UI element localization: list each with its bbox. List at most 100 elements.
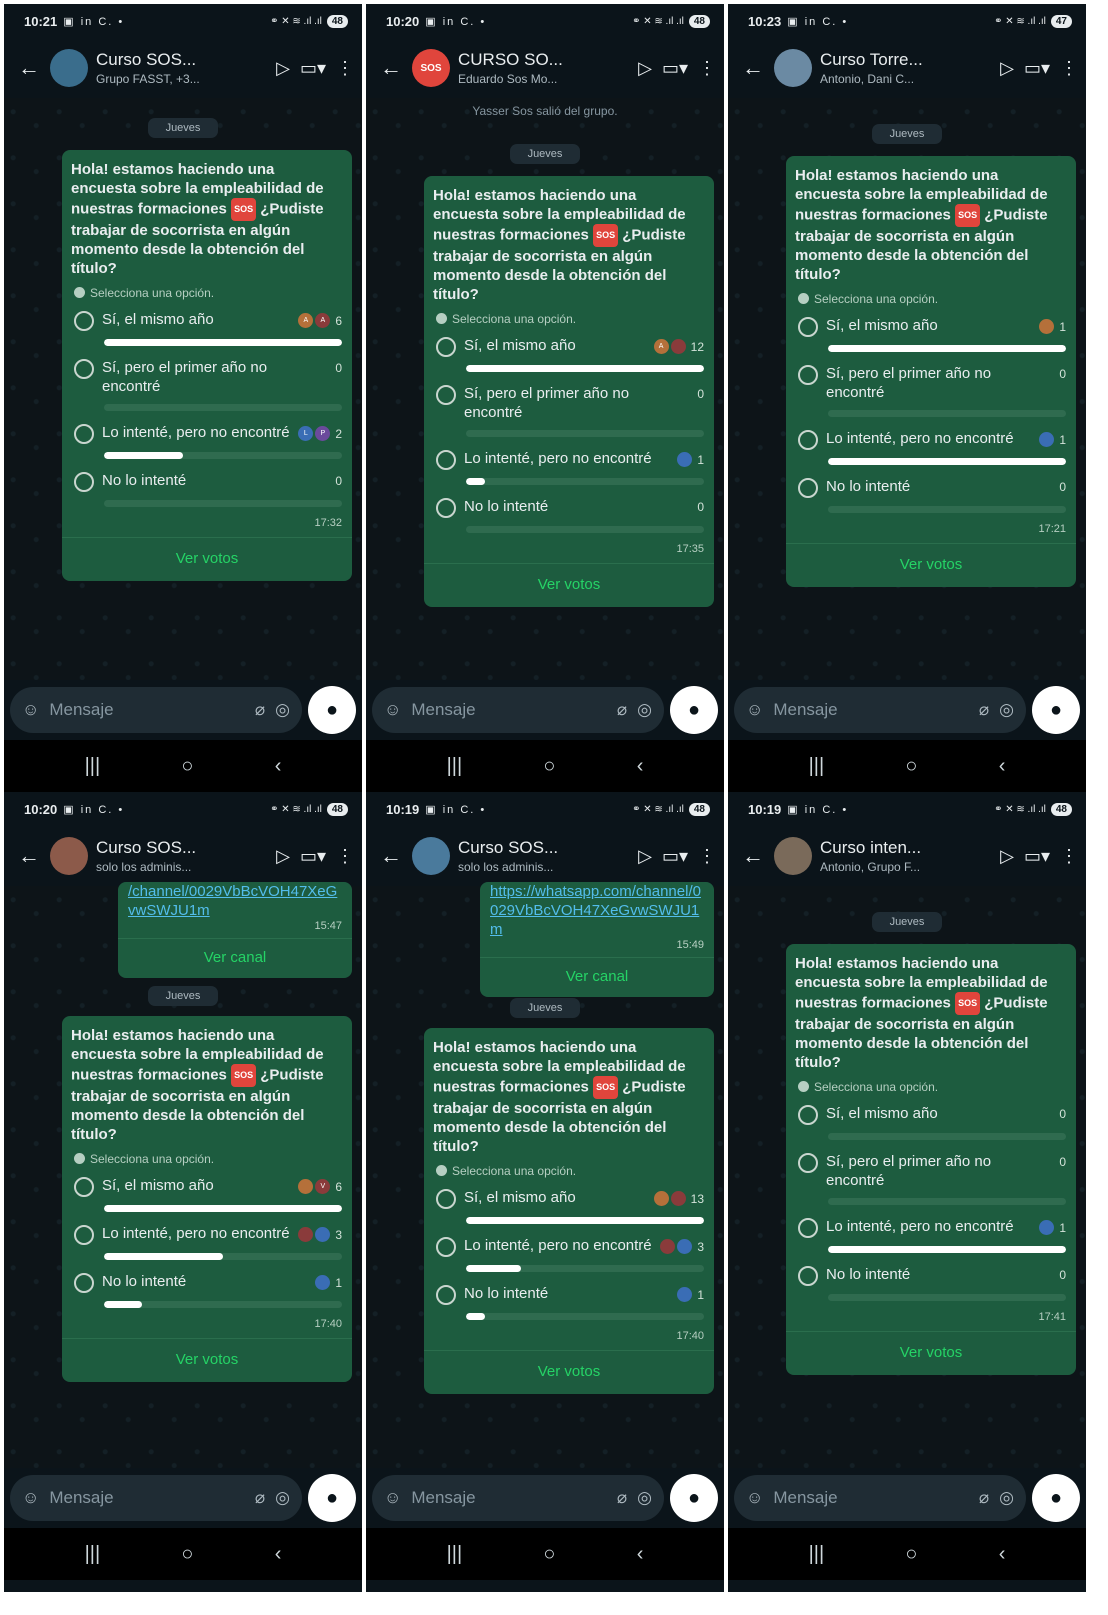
chat-title-block[interactable]: CURSO SO... Eduardo Sos Mo...: [458, 50, 638, 86]
sticker-icon[interactable]: ☺: [22, 700, 39, 720]
recents-icon[interactable]: |||: [447, 1543, 463, 1566]
radio-button[interactable]: [798, 478, 818, 498]
poll-option[interactable]: Lo intenté, pero no encontré 3: [62, 1218, 352, 1266]
back-icon[interactable]: ‹: [999, 755, 1006, 778]
group-avatar[interactable]: [50, 49, 88, 87]
more-vert-icon[interactable]: ⋮: [698, 846, 716, 867]
home-icon[interactable]: ○: [543, 755, 555, 778]
poll-option[interactable]: Sí, pero el primer año no encontré 0: [424, 378, 714, 443]
radio-button[interactable]: [798, 1153, 818, 1173]
radio-button[interactable]: [436, 450, 456, 470]
poll-option[interactable]: Sí, el mismo año 1: [786, 310, 1076, 358]
label-icon[interactable]: ▷: [276, 58, 290, 79]
poll-option[interactable]: Sí, pero el primer año no encontré 0: [62, 352, 352, 417]
message-input[interactable]: ☺ Mensaje ⌀ ◎: [10, 687, 302, 733]
poll-option[interactable]: No lo intenté 0: [786, 1259, 1076, 1307]
radio-button[interactable]: [436, 1285, 456, 1305]
recents-icon[interactable]: |||: [85, 755, 101, 778]
video-call-icon[interactable]: ▭▾: [1024, 846, 1050, 867]
mic-icon[interactable]: ●: [308, 686, 356, 734]
radio-button[interactable]: [798, 365, 818, 385]
video-call-icon[interactable]: ▭▾: [662, 58, 688, 79]
radio-button[interactable]: [436, 1237, 456, 1257]
back-icon[interactable]: ‹: [637, 755, 644, 778]
radio-button[interactable]: [74, 424, 94, 444]
poll-option[interactable]: No lo intenté 1: [62, 1266, 352, 1314]
back-arrow-icon[interactable]: ←: [738, 841, 768, 871]
view-votes-button[interactable]: Ver votos: [424, 563, 714, 607]
message-input[interactable]: ☺ Mensaje ⌀ ◎: [372, 687, 664, 733]
back-arrow-icon[interactable]: ←: [376, 53, 406, 83]
group-avatar[interactable]: [412, 837, 450, 875]
paperclip-icon[interactable]: ⌀: [617, 1488, 627, 1508]
back-arrow-icon[interactable]: ←: [376, 841, 406, 871]
radio-button[interactable]: [74, 1225, 94, 1245]
poll-option[interactable]: No lo intenté 1: [424, 1278, 714, 1326]
view-votes-button[interactable]: Ver votos: [62, 537, 352, 581]
radio-button[interactable]: [798, 430, 818, 450]
poll-option[interactable]: Sí, el mismo año 13: [424, 1182, 714, 1230]
radio-button[interactable]: [798, 317, 818, 337]
home-icon[interactable]: ○: [905, 755, 917, 778]
radio-button[interactable]: [436, 498, 456, 518]
home-icon[interactable]: ○: [905, 1543, 917, 1566]
more-vert-icon[interactable]: ⋮: [1060, 58, 1078, 79]
view-channel-button[interactable]: Ver canal: [118, 938, 352, 978]
poll-option[interactable]: Lo intenté, pero no encontré L P 2: [62, 417, 352, 465]
recents-icon[interactable]: |||: [85, 1543, 101, 1566]
poll-option[interactable]: Lo intenté, pero no encontré 3: [424, 1230, 714, 1278]
label-icon[interactable]: ▷: [638, 58, 652, 79]
sticker-icon[interactable]: ☺: [746, 1488, 763, 1508]
view-votes-button[interactable]: Ver votos: [786, 1331, 1076, 1375]
view-votes-button[interactable]: Ver votos: [424, 1350, 714, 1394]
paperclip-icon[interactable]: ⌀: [979, 700, 989, 720]
chat-title-block[interactable]: Curso inten... Antonio, Grupo F...: [820, 838, 1000, 874]
back-arrow-icon[interactable]: ←: [738, 53, 768, 83]
mic-icon[interactable]: ●: [308, 1474, 356, 1522]
sticker-icon[interactable]: ☺: [384, 700, 401, 720]
camera-icon[interactable]: ◎: [637, 1488, 652, 1508]
more-vert-icon[interactable]: ⋮: [336, 846, 354, 867]
message-input[interactable]: ☺ Mensaje ⌀ ◎: [372, 1475, 664, 1521]
chat-title-block[interactable]: Curso SOS... Grupo FASST, +3...: [96, 50, 276, 86]
sticker-icon[interactable]: ☺: [384, 1488, 401, 1508]
poll-option[interactable]: No lo intenté 0: [786, 471, 1076, 519]
poll-option[interactable]: No lo intenté 0: [62, 465, 352, 513]
radio-button[interactable]: [798, 1218, 818, 1238]
more-vert-icon[interactable]: ⋮: [1060, 846, 1078, 867]
poll-option[interactable]: Lo intenté, pero no encontré 1: [786, 423, 1076, 471]
group-avatar[interactable]: [774, 837, 812, 875]
label-icon[interactable]: ▷: [276, 846, 290, 867]
video-call-icon[interactable]: ▭▾: [300, 846, 326, 867]
back-icon[interactable]: ‹: [275, 755, 282, 778]
label-icon[interactable]: ▷: [1000, 846, 1014, 867]
back-icon[interactable]: ‹: [999, 1543, 1006, 1566]
radio-button[interactable]: [74, 359, 94, 379]
poll-option[interactable]: No lo intenté 0: [424, 491, 714, 539]
view-channel-button[interactable]: Ver canal: [480, 957, 714, 997]
channel-link[interactable]: https://whatsapp.com/channel/0029VbBcVOH…: [480, 882, 714, 939]
camera-icon[interactable]: ◎: [999, 700, 1014, 720]
paperclip-icon[interactable]: ⌀: [979, 1488, 989, 1508]
chat-title-block[interactable]: Curso Torre... Antonio, Dani C...: [820, 50, 1000, 86]
home-icon[interactable]: ○: [181, 755, 193, 778]
radio-button[interactable]: [436, 385, 456, 405]
poll-option[interactable]: Lo intenté, pero no encontré 1: [786, 1211, 1076, 1259]
back-arrow-icon[interactable]: ←: [14, 53, 44, 83]
radio-button[interactable]: [74, 1273, 94, 1293]
group-avatar[interactable]: [50, 837, 88, 875]
poll-option[interactable]: Sí, el mismo año V 6: [62, 1170, 352, 1218]
paperclip-icon[interactable]: ⌀: [255, 1488, 265, 1508]
back-icon[interactable]: ‹: [637, 1543, 644, 1566]
more-vert-icon[interactable]: ⋮: [698, 58, 716, 79]
mic-icon[interactable]: ●: [1032, 686, 1080, 734]
poll-option[interactable]: Lo intenté, pero no encontré 1: [424, 443, 714, 491]
paperclip-icon[interactable]: ⌀: [617, 700, 627, 720]
recents-icon[interactable]: |||: [809, 755, 825, 778]
chat-title-block[interactable]: Curso SOS... solo los adminis...: [458, 838, 638, 874]
camera-icon[interactable]: ◎: [275, 1488, 290, 1508]
poll-option[interactable]: Sí, el mismo año A 12: [424, 330, 714, 378]
home-icon[interactable]: ○: [181, 1543, 193, 1566]
radio-button[interactable]: [798, 1266, 818, 1286]
camera-icon[interactable]: ◎: [275, 700, 290, 720]
